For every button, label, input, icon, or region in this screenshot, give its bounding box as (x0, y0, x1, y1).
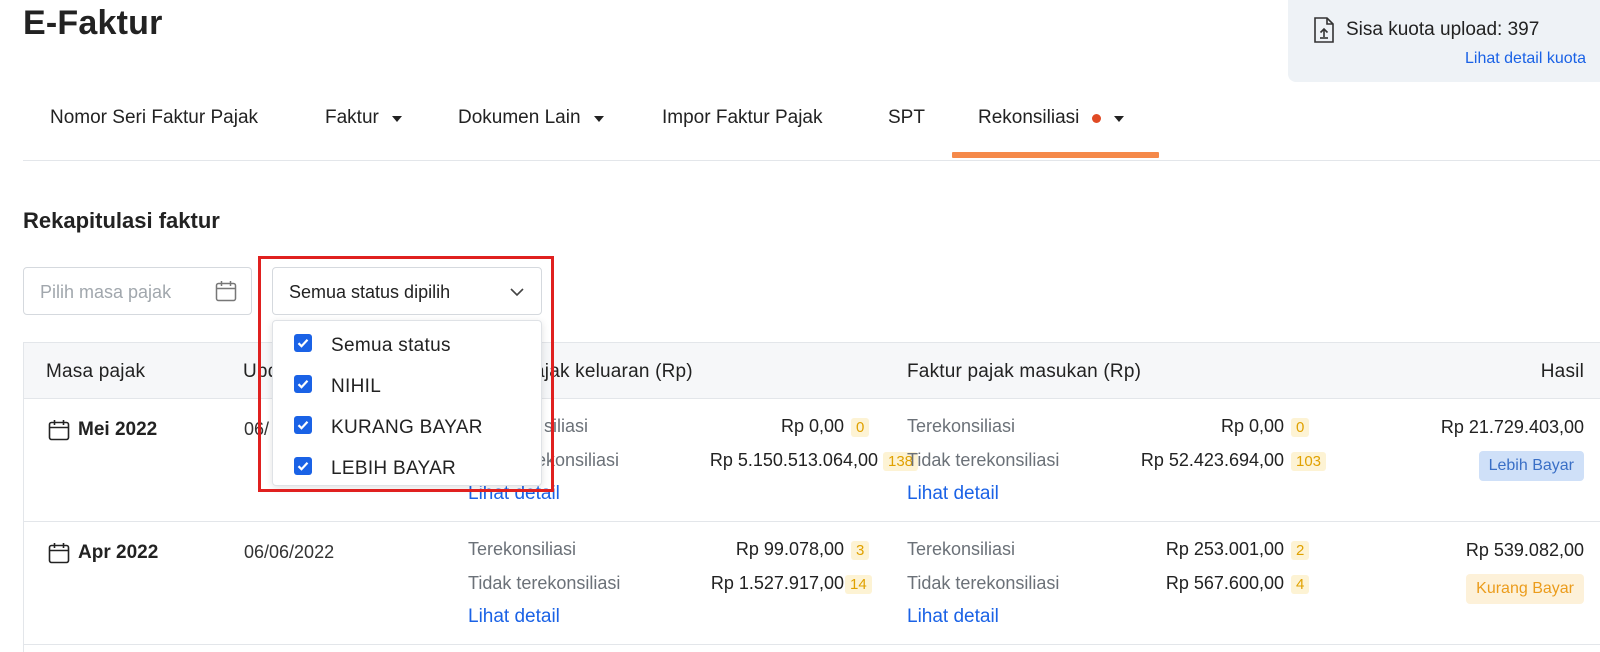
status-option-kurang-bayar[interactable]: KURANG BAYAR (273, 413, 541, 453)
status-option-lebih-bayar[interactable]: LEBIH BAYAR (273, 454, 541, 494)
out-unreconciled-amount: Rp 5.150.513.064,00 (709, 450, 878, 470)
in-detail-link[interactable]: Lihat detail (907, 483, 999, 505)
nav-nomor-seri[interactable]: Nomor Seri Faktur Pajak (50, 107, 258, 129)
in-reconciled-label: Terekonsiliasi (907, 416, 1016, 436)
in-detail-link[interactable]: Lihat detail (907, 606, 999, 628)
period-label: Apr 2022 (78, 542, 159, 563)
chevron-down-icon (509, 285, 525, 303)
option-label: KURANG BAYAR (331, 417, 483, 438)
period-placeholder: Pilih masa pajak (40, 282, 172, 302)
in-unreconciled-label: Tidak terekonsiliasi (907, 573, 1060, 593)
nav-faktur[interactable]: Faktur (325, 107, 402, 129)
calendar-icon (48, 543, 70, 564)
nav-label: Dokumen Lain (458, 107, 581, 128)
row-period: Mei 2022 (48, 419, 157, 441)
in-unreconciled-amount: Rp 52.423.694,00 (1140, 450, 1284, 470)
upload-quota-panel: Sisa kuota upload: 397 Lihat detail kuot… (1288, 0, 1600, 82)
nav-label: Nomor Seri Faktur Pajak (50, 107, 259, 128)
status-select-value: Semua status dipilih (289, 282, 451, 302)
header-period: Masa pajak (46, 361, 146, 382)
in-reconciled-amount: Rp 0,00 (1220, 416, 1284, 436)
in-unreconciled-label: Tidak terekonsiliasi (907, 450, 1060, 470)
checkbox-checked-icon[interactable] (294, 375, 312, 393)
quota-detail-link[interactable]: Lihat detail kuota (1465, 50, 1586, 68)
caret-down-icon (593, 116, 604, 122)
out-reconciled-count: 3 (851, 541, 870, 560)
nav-rekonsiliasi[interactable]: Rekonsiliasi (978, 107, 1125, 129)
period-label: Mei 2022 (78, 419, 158, 440)
option-label: NIHIL (331, 376, 382, 397)
option-label: LEBIH BAYAR (331, 458, 457, 479)
status-dropdown: Semua status NIHIL KURANG BAYAR LEBIH BA… (272, 320, 542, 486)
out-reconciled-label: Terekonsiliasi (468, 539, 577, 559)
in-reconciled-label: Terekonsiliasi (907, 539, 1016, 559)
result-amount: Rp 539.082,00 (1465, 540, 1584, 560)
out-reconciled-count: 0 (851, 418, 870, 437)
status-badge: Kurang Bayar (1466, 574, 1584, 604)
out-reconciled-label: siliasi (544, 416, 589, 436)
period-picker[interactable]: Pilih masa pajak (23, 267, 252, 315)
caret-down-icon (391, 116, 402, 122)
in-reconciled-amount: Rp 253.001,00 (1165, 539, 1284, 559)
status-badge: Lebih Bayar (1478, 451, 1584, 481)
in-reconciled-count: 0 (1291, 418, 1310, 437)
status-option-nihil[interactable]: NIHIL (273, 372, 541, 412)
status-select[interactable]: Semua status dipilih (272, 267, 542, 315)
nav-label: Faktur (325, 107, 379, 128)
table-row: Apr 2022 06/06/2022 Terekonsiliasi Rp 99… (24, 522, 1600, 645)
header-output: ajak keluaran (Rp) (534, 361, 693, 382)
nav-label: Impor Faktur Pajak (662, 107, 823, 128)
row-updated: 06/06/2022 (244, 542, 335, 562)
nav-dokumen-lain[interactable]: Dokumen Lain (458, 107, 604, 129)
checkbox-checked-icon[interactable] (294, 334, 312, 352)
row-updated: 06/ (244, 419, 270, 439)
calendar-icon (215, 280, 237, 307)
nav-label: Rekonsiliasi (978, 107, 1080, 128)
out-unreconciled-label: Tidak terekonsiliasi (468, 573, 621, 593)
result-amount: Rp 21.729.403,00 (1440, 417, 1584, 437)
notification-dot (1092, 113, 1102, 123)
out-reconciled-amount: Rp 0,00 (780, 416, 844, 436)
out-detail-link[interactable]: Lihat detail (468, 606, 560, 628)
header-input: Faktur pajak masukan (Rp) (907, 361, 1142, 382)
table-row: Mei 2022 06/ siliasi Rp 0,00 0 erekonsil… (24, 399, 1600, 522)
nav-label: SPT (888, 107, 925, 128)
row-period: Apr 2022 (48, 542, 158, 564)
recap-table: Masa pajak Upd ajak keluaran (Rp) Faktur… (23, 342, 1600, 652)
section-title: Rekapitulasi faktur (23, 208, 220, 233)
app-title: E-Faktur (23, 4, 163, 42)
calendar-icon (48, 420, 70, 441)
out-unreconciled-amount: Rp 1.527.917,00 (710, 573, 844, 593)
nav-impor-faktur[interactable]: Impor Faktur Pajak (662, 107, 823, 129)
checkbox-checked-icon[interactable] (294, 416, 312, 434)
out-unreconciled-count: 14 (845, 575, 872, 594)
header-result: Hasil (1540, 361, 1584, 382)
out-reconciled-amount: Rp 99.078,00 (735, 539, 844, 559)
checkbox-checked-icon[interactable] (294, 457, 312, 475)
nav-spt[interactable]: SPT (888, 107, 925, 129)
option-label: Semua status (331, 335, 451, 356)
in-reconciled-count: 2 (1291, 541, 1310, 560)
in-unreconciled-count: 4 (1291, 575, 1310, 594)
in-unreconciled-count: 103 (1291, 452, 1327, 471)
caret-down-icon (1114, 116, 1125, 122)
status-option-semua[interactable]: Semua status (273, 331, 541, 371)
table-header: Masa pajak Upd ajak keluaran (Rp) Faktur… (24, 343, 1600, 399)
active-tab-indicator (952, 152, 1159, 158)
file-upload-icon (1312, 16, 1336, 49)
in-unreconciled-amount: Rp 567.600,00 (1165, 573, 1284, 593)
main-nav: Nomor Seri Faktur Pajak Faktur Dokumen L… (23, 88, 1600, 161)
quota-text: Sisa kuota upload: 397 (1346, 19, 1540, 40)
